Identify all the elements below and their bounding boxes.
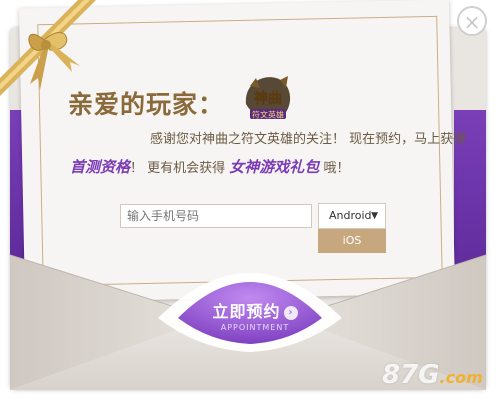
appointment-sublabel: APPOINTMENT [220,323,290,332]
watermark-domain: .com [439,368,483,387]
appointment-button[interactable]: 立即预约 › APPOINTMENT [210,298,300,336]
signup-dialog: × 亲爱的玩家： 神曲 符文英雄 感谢您对神曲之符文英雄的关注！ 现在预约，马上… [0,0,500,403]
watermark-main: 87G [382,360,440,390]
site-watermark: 87G.com [382,360,483,390]
appointment-label: 立即预约 [212,302,281,321]
arrow-right-icon: › [283,306,298,320]
envelope-front [9,254,487,390]
